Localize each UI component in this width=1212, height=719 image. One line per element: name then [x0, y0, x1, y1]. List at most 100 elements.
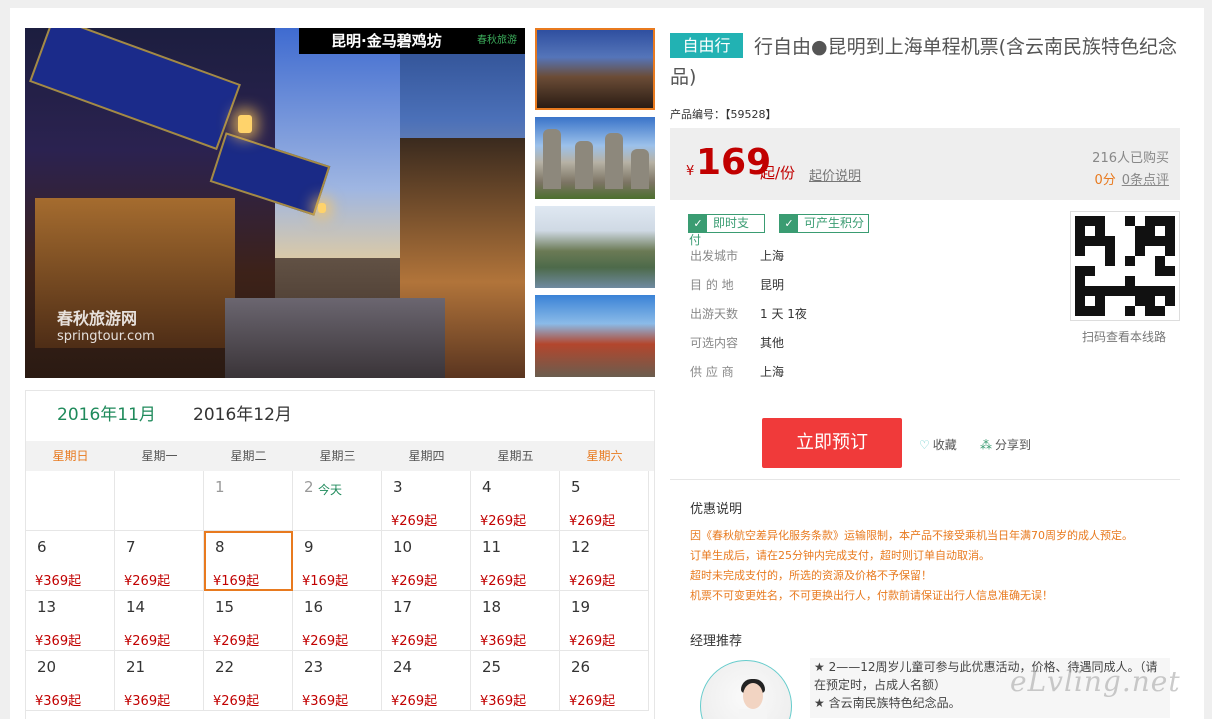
calendar-price: ¥269起: [213, 694, 260, 709]
qr-module: [1125, 246, 1135, 256]
calendar-cell[interactable]: 26 ¥269起: [560, 651, 649, 711]
qr-module: [1105, 246, 1115, 256]
qr-module: [1085, 256, 1095, 266]
tab-december[interactable]: 2016年12月: [193, 405, 292, 425]
calendar-cell[interactable]: 5 ¥269起: [560, 471, 649, 531]
qr-module: [1165, 216, 1175, 226]
calendar-day: 24: [393, 658, 413, 676]
calendar-cell[interactable]: 16 ¥269起: [293, 591, 382, 651]
calendar-cell[interactable]: 10 ¥269起: [382, 531, 471, 591]
qr-module: [1135, 236, 1145, 246]
calendar-cell[interactable]: 18 ¥369起: [471, 591, 560, 651]
qr-module: [1115, 266, 1125, 276]
qr-module: [1105, 266, 1115, 276]
calendar-cell[interactable]: 17 ¥269起: [382, 591, 471, 651]
qr-module: [1095, 236, 1105, 246]
photo-sky: [270, 28, 400, 258]
qr-module: [1075, 296, 1085, 306]
qr-module: [1155, 266, 1165, 276]
calendar-cell[interactable]: 19 ¥269起: [560, 591, 649, 651]
qr-module: [1075, 236, 1085, 246]
lamp-light: [318, 203, 326, 213]
calendar-day: 18: [482, 598, 502, 616]
calendar-cell[interactable]: 9 ¥169起: [293, 531, 382, 591]
qr-module: [1095, 256, 1105, 266]
qr-module: [1105, 226, 1115, 236]
qr-module: [1085, 306, 1095, 316]
product-code: 产品编号：【59528】: [670, 108, 777, 121]
calendar-day: 11: [482, 538, 502, 556]
product-title: 行自由●昆明到上海单程机票(含云南民族特色纪念品): [670, 36, 1177, 88]
qr-module: [1095, 286, 1105, 296]
qr-module: [1145, 286, 1155, 296]
qr-module: [1105, 216, 1115, 226]
price-explain-link[interactable]: 起价说明: [809, 165, 861, 184]
qr-module: [1165, 296, 1175, 306]
calendar-cell[interactable]: 14 ¥269起: [115, 591, 204, 651]
calendar-day: 8: [215, 538, 225, 556]
calendar-day: 5: [571, 478, 581, 496]
calendar-cell[interactable]: 25 ¥369起: [471, 651, 560, 711]
thumbnail-2[interactable]: [535, 117, 655, 199]
thumbnail-1[interactable]: [535, 28, 655, 110]
qr-module: [1145, 266, 1155, 276]
calendar-cell[interactable]: 21 ¥369起: [115, 651, 204, 711]
calendar-price: ¥269起: [391, 694, 438, 709]
calendar-cell[interactable]: 13 ¥369起: [26, 591, 115, 651]
qr-module: [1135, 246, 1145, 256]
calendar-cell-empty: [115, 471, 204, 531]
calendar-cell[interactable]: 11 ¥269起: [471, 531, 560, 591]
calendar-cell[interactable]: 15 ¥269起: [204, 591, 293, 651]
qr-module: [1145, 276, 1155, 286]
calendar-day: 3: [393, 478, 403, 496]
qr-module: [1095, 276, 1105, 286]
discount-notes: 因《春秋航空差异化服务条款》运输限制，本产品不接受乘机当日年满70周岁的成人预定…: [690, 526, 1190, 606]
currency-symbol: ¥: [686, 164, 695, 179]
favorite-button[interactable]: ♡ 收藏: [919, 436, 957, 453]
qr-module: [1075, 276, 1085, 286]
calendar-price: ¥369起: [35, 574, 82, 589]
calendar-cell[interactable]: 3 ¥269起: [382, 471, 471, 531]
discount-title: 优惠说明: [690, 502, 743, 517]
weekday-sun: 星期日: [52, 449, 89, 463]
calendar-cell[interactable]: 7 ¥269起: [115, 531, 204, 591]
calendar-day: 26: [571, 658, 591, 676]
calendar-cell[interactable]: 4 ¥269起: [471, 471, 560, 531]
tab-november[interactable]: 2016年11月: [57, 405, 156, 425]
qr-module: [1165, 286, 1175, 296]
attr-value: 其他: [760, 336, 785, 350]
divider: [670, 479, 1180, 480]
book-now-button[interactable]: 立即预订: [762, 418, 902, 468]
qr-module: [1145, 296, 1155, 306]
qr-module: [1155, 286, 1165, 296]
calendar-day: 19: [571, 598, 591, 616]
calendar-cell[interactable]: 12 ¥269起: [560, 531, 649, 591]
qr-module: [1125, 276, 1135, 286]
thumbnail-4[interactable]: [535, 295, 655, 377]
calendar-price: ¥269起: [391, 514, 438, 529]
calendar-cell[interactable]: 20 ¥369起: [26, 651, 115, 711]
attr-days: 出游天数 1 天 1夜: [690, 305, 807, 322]
calendar-day: 9: [304, 538, 314, 556]
calendar-cell[interactable]: 24 ¥269起: [382, 651, 471, 711]
calendar-cell[interactable]: 6 ¥369起: [26, 531, 115, 591]
calendar-day: 4: [482, 478, 492, 496]
calendar-price: ¥369起: [35, 694, 82, 709]
calendar-cell-selected[interactable]: 8 ¥169起: [204, 531, 293, 591]
reviews-link[interactable]: 0条点评: [1122, 173, 1169, 188]
today-label: 今天: [318, 483, 343, 497]
calendar-month-tabs: 2016年11月 2016年12月: [26, 391, 654, 439]
calendar-cell[interactable]: 23 ¥369起: [293, 651, 382, 711]
calendar-day: 23: [304, 658, 324, 676]
attr-key: 出游天数: [690, 307, 739, 321]
photo-caption: 昆明·金马碧鸡坊 春秋旅游: [299, 28, 525, 54]
share-button[interactable]: ⁂ 分享到: [980, 436, 1031, 453]
thumbnail-3[interactable]: [535, 206, 655, 288]
calendar-cell[interactable]: 22 ¥269起: [204, 651, 293, 711]
calendar-cell-today: 2 今天: [293, 471, 382, 531]
qr-module: [1075, 226, 1085, 236]
qr-module: [1095, 266, 1105, 276]
qr-module: [1075, 286, 1085, 296]
main-photo[interactable]: 昆明·金马碧鸡坊 春秋旅游 春秋旅游网 springtour.com: [25, 28, 525, 378]
qr-module: [1165, 306, 1175, 316]
